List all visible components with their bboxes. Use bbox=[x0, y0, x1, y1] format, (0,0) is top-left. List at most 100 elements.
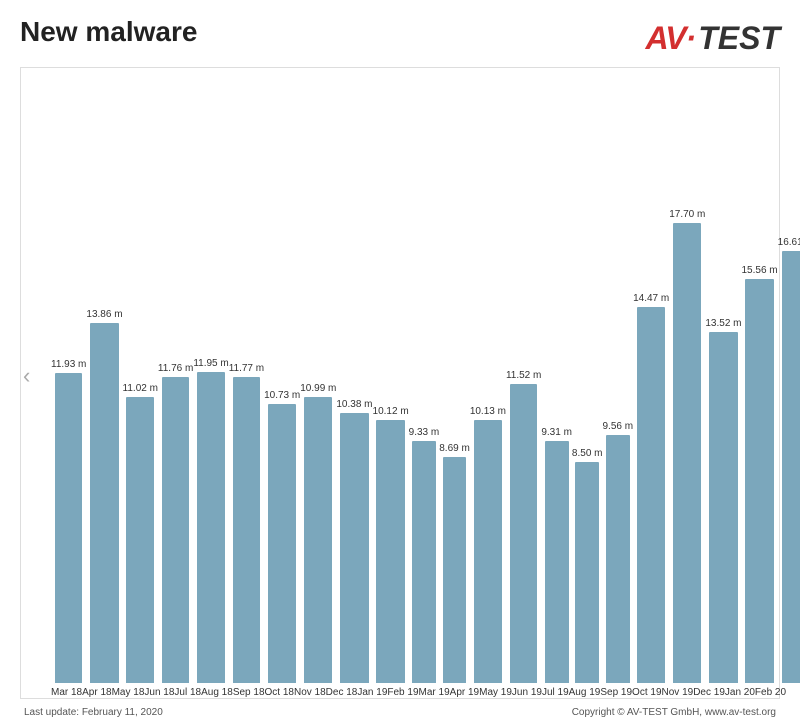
x-axis-label: Dec 18 bbox=[326, 687, 358, 698]
x-axis-label: Nov 18 bbox=[294, 687, 326, 698]
x-axis-label: Jul 18 bbox=[174, 687, 201, 698]
bar-value-label: 8.50 m bbox=[572, 448, 603, 459]
bar-rect bbox=[575, 462, 599, 683]
x-axis-label: Jan 20 bbox=[725, 687, 755, 698]
bar-group: 17.70 m bbox=[669, 209, 705, 683]
x-axis-label: Mar 19 bbox=[419, 687, 450, 698]
bar-rect bbox=[474, 420, 502, 683]
bar-rect bbox=[233, 377, 261, 683]
footer: Last update: February 11, 2020 Copyright… bbox=[20, 707, 780, 718]
bar-group: 11.76 m bbox=[158, 363, 193, 683]
bar-rect bbox=[510, 384, 538, 683]
x-axis-label: Sep 18 bbox=[233, 687, 265, 698]
bar-rect bbox=[637, 307, 665, 683]
bar-group: 16.61 m bbox=[778, 237, 800, 683]
bar-group: 10.73 m bbox=[264, 390, 300, 683]
x-axis-label: Oct 19 bbox=[632, 687, 661, 698]
logo-slash: · bbox=[686, 20, 697, 57]
bar-rect bbox=[673, 223, 701, 683]
bar-value-label: 13.52 m bbox=[705, 318, 741, 329]
bar-rect bbox=[606, 435, 630, 683]
bar-group: 15.56 m bbox=[742, 265, 778, 683]
bar-rect bbox=[197, 372, 225, 683]
bar-rect bbox=[545, 441, 569, 683]
x-axis-label: Sep 19 bbox=[600, 687, 632, 698]
x-axis-label: Apr 19 bbox=[450, 687, 479, 698]
x-axis-label: Apr 18 bbox=[82, 687, 111, 698]
last-update: Last update: February 11, 2020 bbox=[24, 707, 163, 718]
bar-group: 11.02 m bbox=[123, 383, 158, 683]
bar-group: 10.12 m bbox=[373, 406, 409, 683]
copyright: Copyright © AV-TEST GmbH, www.av-test.or… bbox=[572, 707, 776, 718]
bar-group: 8.50 m bbox=[572, 448, 603, 683]
bar-value-label: 14.47 m bbox=[633, 293, 669, 304]
bar-group: 9.56 m bbox=[603, 421, 634, 683]
x-axis-label: Dec 19 bbox=[693, 687, 725, 698]
header: New malware AV · TEST bbox=[20, 16, 780, 57]
bar-group: 11.93 m bbox=[51, 359, 86, 683]
bar-value-label: 11.76 m bbox=[158, 363, 193, 374]
x-axis-label: Jan 19 bbox=[357, 687, 387, 698]
bar-group: 11.77 m bbox=[229, 363, 264, 683]
bar-value-label: 15.56 m bbox=[742, 265, 778, 276]
x-axis-label: Jul 19 bbox=[542, 687, 569, 698]
bar-value-label: 10.12 m bbox=[373, 406, 409, 417]
bar-rect bbox=[443, 457, 467, 683]
bar-group: 9.33 m bbox=[409, 427, 440, 683]
x-axis-label: May 18 bbox=[112, 687, 145, 698]
x-axis-label: Feb 19 bbox=[387, 687, 418, 698]
x-axis-label: Aug 18 bbox=[201, 687, 233, 698]
x-axis-label: Aug 19 bbox=[569, 687, 601, 698]
bar-value-label: 17.70 m bbox=[669, 209, 705, 220]
bar-value-label: 11.95 m bbox=[193, 358, 228, 369]
x-axis-label: Jun 18 bbox=[144, 687, 174, 698]
bar-value-label: 10.99 m bbox=[300, 383, 336, 394]
bar-group: 10.13 m bbox=[470, 406, 506, 683]
bar-value-label: 16.61 m bbox=[778, 237, 800, 248]
bars-area: ‹ 11.93 m13.86 m11.02 m11.76 m11.95 m11.… bbox=[21, 68, 779, 683]
bar-group: 8.69 m bbox=[439, 443, 470, 683]
page-title: New malware bbox=[20, 16, 197, 48]
x-axis-label: Mar 18 bbox=[51, 687, 82, 698]
bar-rect bbox=[376, 420, 404, 683]
bar-value-label: 11.52 m bbox=[506, 370, 541, 381]
bar-group: 10.99 m bbox=[300, 383, 336, 683]
bar-rect bbox=[162, 377, 190, 683]
bar-group: 11.95 m bbox=[193, 358, 228, 683]
logo-test-text: TEST bbox=[698, 20, 780, 57]
bar-value-label: 8.69 m bbox=[439, 443, 470, 454]
bar-rect bbox=[304, 397, 332, 683]
bar-value-label: 10.38 m bbox=[336, 399, 372, 410]
page-container: New malware AV · TEST ‹ 11.93 m 13.86 m 11… bbox=[0, 0, 800, 728]
bar-value-label: 9.31 m bbox=[541, 427, 572, 438]
bar-group: 11.52 m bbox=[506, 370, 541, 683]
bar-rect bbox=[709, 332, 737, 683]
bar-value-label: 10.13 m bbox=[470, 406, 506, 417]
bar-group: 14.47 m bbox=[633, 293, 669, 683]
x-axis-label: Feb 20 bbox=[755, 687, 786, 698]
bar-value-label: 9.56 m bbox=[603, 421, 634, 432]
bar-rect bbox=[782, 251, 800, 683]
bar-value-label: 13.86 m bbox=[86, 309, 122, 320]
bar-rect bbox=[340, 413, 368, 683]
x-axis-label: Nov 19 bbox=[662, 687, 694, 698]
x-axis-label: Oct 18 bbox=[265, 687, 294, 698]
x-axis: Mar 18Apr 18May 18Jun 18Jul 18Aug 18Sep … bbox=[21, 683, 779, 698]
left-arrow[interactable]: ‹ bbox=[23, 363, 30, 389]
x-axis-label: May 19 bbox=[479, 687, 512, 698]
chart-container: ‹ 11.93 m13.86 m11.02 m11.76 m11.95 m11.… bbox=[20, 67, 780, 699]
bar-value-label: 11.02 m bbox=[123, 383, 158, 394]
bar-value-label: 11.93 m bbox=[51, 359, 86, 370]
bar-rect bbox=[268, 404, 296, 683]
x-axis-label: Jun 19 bbox=[512, 687, 542, 698]
bar-value-label: 10.73 m bbox=[264, 390, 300, 401]
bar-group: 10.38 m bbox=[336, 399, 372, 683]
bar-value-label: 11.77 m bbox=[229, 363, 264, 374]
logo-av-text: AV bbox=[645, 20, 685, 57]
bar-rect bbox=[126, 397, 154, 683]
bar-rect bbox=[90, 323, 118, 683]
bar-rect bbox=[412, 441, 436, 683]
av-test-logo: AV · TEST bbox=[645, 20, 780, 57]
bar-value-label: 9.33 m bbox=[409, 427, 440, 438]
bar-group: 13.86 m bbox=[86, 309, 122, 683]
